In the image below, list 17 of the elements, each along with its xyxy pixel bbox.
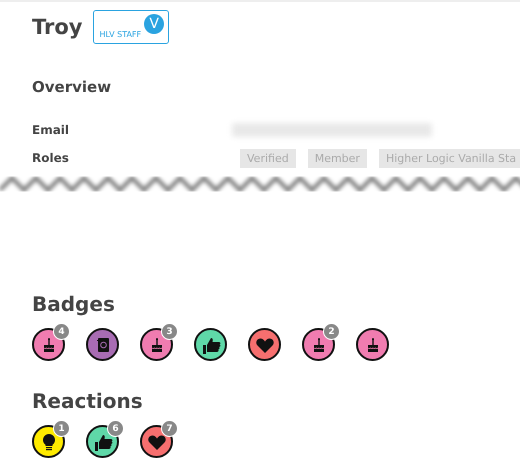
section-title: Reactions (32, 389, 144, 413)
field-label: Email (32, 123, 70, 137)
count-badge: 6 (107, 420, 124, 437)
role-tag: Higher Logic Vanilla Sta (378, 148, 520, 168)
field-label: Roles (32, 151, 70, 165)
count-badge: 1 (53, 420, 70, 437)
count-badge: 7 (161, 420, 178, 437)
user-name: Troy (32, 15, 82, 39)
staff-label: HLV STAFF (100, 30, 142, 40)
section-title: Overview (32, 78, 112, 96)
count-badge: 2 (323, 323, 340, 340)
section-title: Badges (32, 292, 116, 316)
count-badge: 4 (53, 323, 70, 340)
role-tag: Verified (240, 148, 296, 168)
count-badge: 3 (161, 323, 178, 340)
staff-mark: V (144, 14, 164, 34)
role-tag: Member (308, 148, 367, 168)
